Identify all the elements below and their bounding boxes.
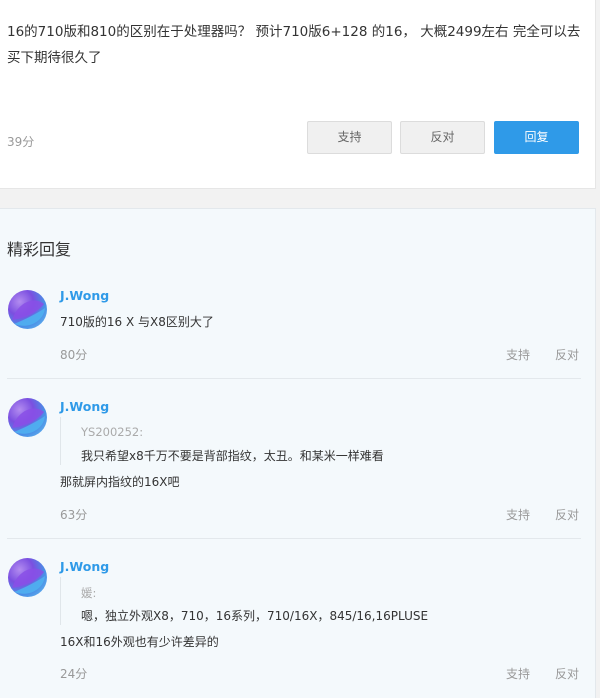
oppose-link[interactable]: 反对 [555,346,579,363]
username[interactable]: J.Wong [60,399,109,414]
featured-replies-section: 精彩回复 J.Wong 710版的16 X 与X8区别大了 80分 支持 反对 … [0,208,596,698]
reply-content: 那就屏内指纹的16X吧 [60,475,180,489]
support-link[interactable]: 支持 [506,346,530,363]
post-card: 16的710版和810的区别在于处理器吗？ 预计710版6+128 的16， 大… [0,0,596,189]
quote-author: YS200252: [81,425,144,439]
quote-block: 媛: 嗯，独立外观X8，710，16系列，710/16X，845/16,16PL… [60,577,580,625]
reply-item: J.Wong 媛: 嗯，独立外观X8，710，16系列，710/16X，845/… [0,539,596,698]
reply-score: 63分 [60,508,88,522]
support-button[interactable]: 支持 [307,121,392,154]
reply-score: 24分 [60,667,88,681]
quote-text: 嗯，独立外观X8，710，16系列，710/16X，845/16,16PLUSE [81,609,429,623]
reply-content: 16X和16外观也有少许差异的 [60,635,219,649]
support-link[interactable]: 支持 [506,506,530,523]
avatar[interactable] [8,398,47,437]
quote-author: 媛: [81,586,97,600]
avatar[interactable] [8,558,47,597]
quote-text: 我只希望x8千万不要是背部指纹，太丑。和某米一样难看 [81,449,384,463]
oppose-link[interactable]: 反对 [555,506,579,523]
reply-button[interactable]: 回复 [494,121,579,154]
reply-score: 80分 [60,348,88,362]
oppose-link[interactable]: 反对 [555,665,579,682]
oppose-button[interactable]: 反对 [400,121,485,154]
reply-item: J.Wong YS200252: 我只希望x8千万不要是背部指纹，太丑。和某米一… [0,379,596,539]
post-score: 39分 [7,135,35,149]
post-text: 16的710版和810的区别在于处理器吗？ 预计710版6+128 的16， 大… [7,24,581,66]
username[interactable]: J.Wong [60,288,109,303]
support-link[interactable]: 支持 [506,665,530,682]
quote-block: YS200252: 我只希望x8千万不要是背部指纹，太丑。和某米一样难看 [60,417,580,465]
username[interactable]: J.Wong [60,559,109,574]
avatar[interactable] [8,290,47,329]
reply-content: 710版的16 X 与X8区别大了 [60,315,214,329]
section-title: 精彩回复 [7,240,72,259]
reply-item: J.Wong 710版的16 X 与X8区别大了 80分 支持 反对 [0,271,596,379]
